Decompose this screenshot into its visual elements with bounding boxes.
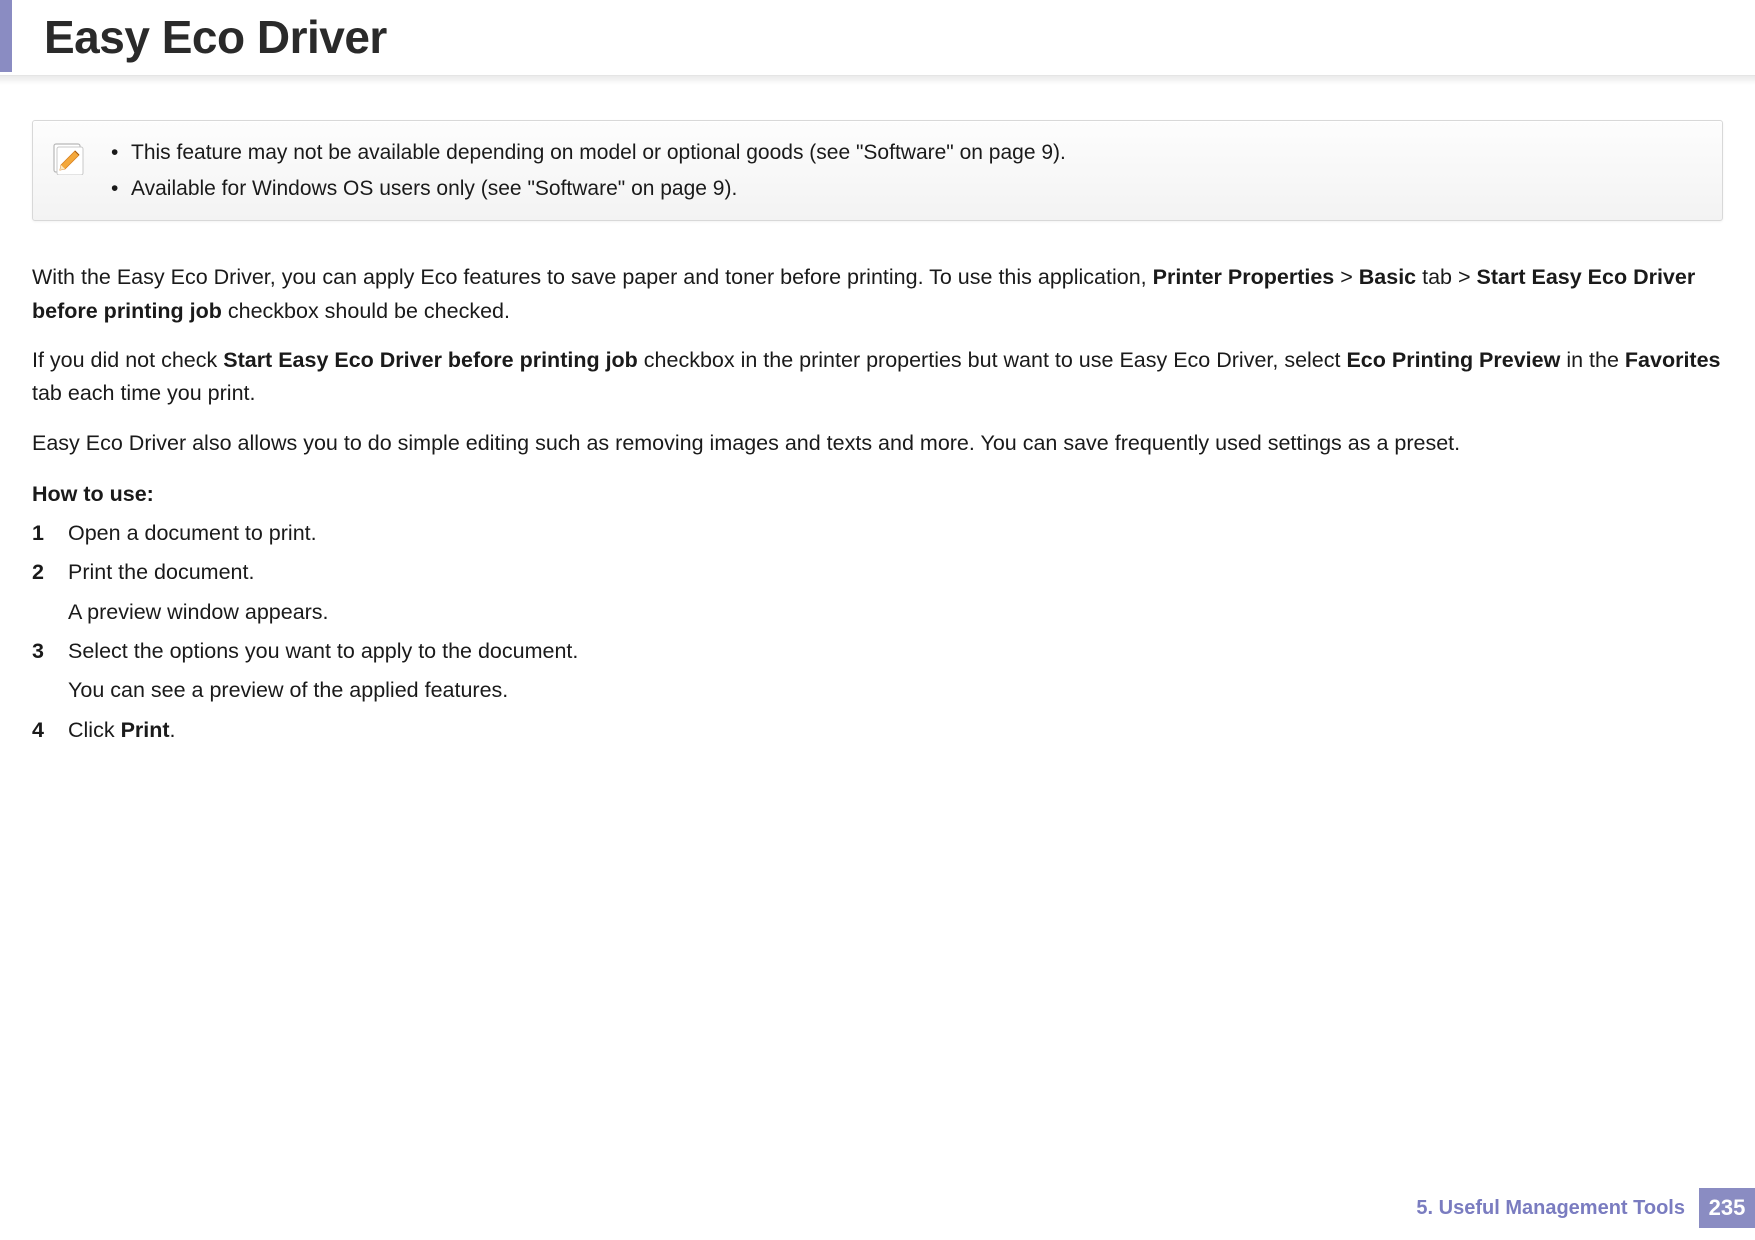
intro-paragraph-1: With the Easy Eco Driver, you can apply … — [32, 261, 1723, 328]
step-2: 2 Print the document. — [32, 556, 1723, 589]
note-item: Available for Windows OS users only (see… — [109, 171, 1066, 207]
intro-paragraph-2: If you did not check Start Easy Eco Driv… — [32, 344, 1723, 411]
step-3-sub: You can see a preview of the applied fea… — [68, 674, 1723, 707]
text: checkbox in the printer properties but w… — [638, 348, 1347, 372]
ui-path-printer-properties: Printer Properties — [1153, 265, 1335, 289]
step-number: 2 — [32, 556, 54, 589]
page-content: This feature may not be available depend… — [0, 72, 1755, 747]
ui-path-start-easy-eco: Start Easy Eco Driver before printing jo… — [223, 348, 638, 372]
note-pencil-icon — [51, 139, 87, 175]
text: Click — [68, 718, 121, 742]
ui-action-print: Print — [121, 718, 170, 742]
step-4: 4 Click Print. — [32, 714, 1723, 747]
note-callout: This feature may not be available depend… — [32, 120, 1723, 221]
step-text: Print the document. — [68, 556, 1723, 589]
page-footer: 5. Useful Management Tools 235 — [1416, 1188, 1755, 1228]
text: checkbox should be checked. — [222, 299, 510, 323]
page-header: Easy Eco Driver — [0, 0, 1755, 72]
text: . — [170, 718, 176, 742]
text: If you did not check — [32, 348, 223, 372]
step-number: 3 — [32, 635, 54, 668]
text: tab > — [1416, 265, 1476, 289]
note-list: This feature may not be available depend… — [109, 135, 1066, 206]
step-1: 1 Open a document to print. — [32, 517, 1723, 550]
step-text: Select the options you want to apply to … — [68, 635, 1723, 668]
step-number: 1 — [32, 517, 54, 550]
text: > — [1334, 265, 1359, 289]
text: With the Easy Eco Driver, you can apply … — [32, 265, 1153, 289]
howto-heading: How to use: — [32, 482, 1723, 507]
page-title: Easy Eco Driver — [44, 10, 1755, 64]
step-text: Open a document to print. — [68, 517, 1723, 550]
step-3: 3 Select the options you want to apply t… — [32, 635, 1723, 668]
footer-chapter-label: 5. Useful Management Tools — [1416, 1188, 1699, 1228]
header-divider — [0, 75, 1755, 89]
intro-paragraph-3: Easy Eco Driver also allows you to do si… — [32, 427, 1723, 460]
text: in the — [1560, 348, 1625, 372]
ui-path-favorites: Favorites — [1625, 348, 1721, 372]
step-2-sub: A preview window appears. — [68, 596, 1723, 629]
note-item: This feature may not be available depend… — [109, 135, 1066, 171]
ui-path-eco-printing-preview: Eco Printing Preview — [1346, 348, 1560, 372]
footer-page-number: 235 — [1699, 1188, 1755, 1228]
step-text: Click Print. — [68, 714, 1723, 747]
text: tab each time you print. — [32, 381, 255, 405]
howto-steps: 1 Open a document to print. 2 Print the … — [32, 517, 1723, 747]
step-number: 4 — [32, 714, 54, 747]
ui-path-basic: Basic — [1359, 265, 1416, 289]
